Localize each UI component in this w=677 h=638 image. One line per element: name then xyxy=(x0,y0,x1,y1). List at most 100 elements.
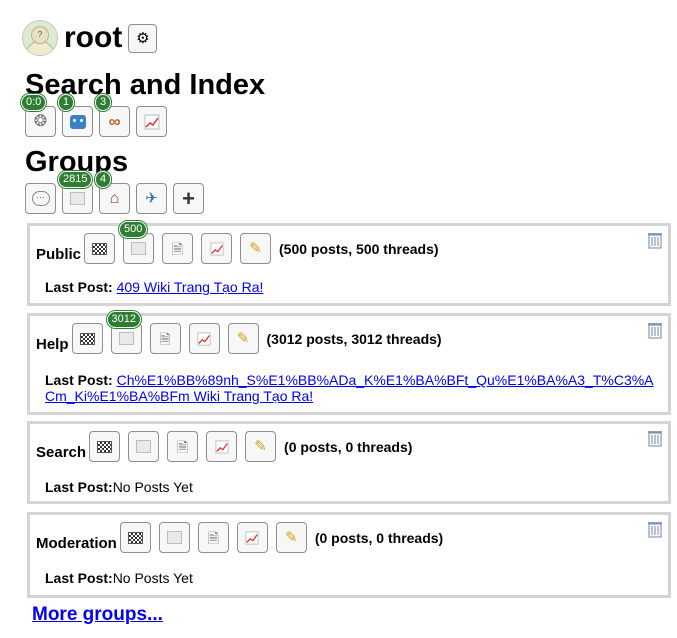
document-icon: 🗎 xyxy=(207,529,219,546)
pretzel-badge: 3 xyxy=(95,94,112,111)
user-avatar-icon[interactable]: ? xyxy=(22,20,58,56)
group-posts-badge: 500 xyxy=(119,221,148,238)
pencil-icon: ✎ xyxy=(249,240,262,257)
chart-icon xyxy=(245,530,259,545)
spider-web-icon: ❂ xyxy=(33,112,48,130)
pencil-icon: ✎ xyxy=(285,529,298,546)
scroll-icon xyxy=(136,440,152,453)
more-groups-link[interactable]: More groups... xyxy=(32,604,163,626)
trash-icon[interactable] xyxy=(646,519,664,539)
pencil-icon: ✎ xyxy=(254,438,267,455)
plus-icon: + xyxy=(182,185,195,211)
username: root xyxy=(64,21,123,54)
group-chart-button[interactable] xyxy=(206,431,238,462)
group-counts: (500 posts, 500 threads) xyxy=(279,240,439,257)
group-flag-button[interactable] xyxy=(71,323,103,354)
group-posts-button[interactable]: 3012 xyxy=(106,311,142,354)
checkered-flag-icon xyxy=(79,332,95,345)
group-last-post: Last Post:No Posts Yet xyxy=(45,479,193,495)
group-moderation: Moderation 🗎 ✎ (0 posts, 0 threads) Last… xyxy=(27,512,671,598)
gear-icon: ⚙ xyxy=(136,29,150,47)
group-counts: (3012 posts, 3012 threads) xyxy=(266,330,442,347)
group-help: Help 3012 🗎 ✎ (3012 posts, 3012 threads)… xyxy=(27,311,671,415)
chart-icon xyxy=(209,241,224,256)
trash-icon[interactable] xyxy=(646,230,664,250)
group-name: Public xyxy=(36,246,82,263)
posts-badge: 2815 xyxy=(58,171,93,188)
trash-icon[interactable] xyxy=(646,320,664,340)
last-post-label: Last Post: xyxy=(45,372,113,388)
group-posts-button[interactable] xyxy=(158,522,190,553)
group-edit-button[interactable]: ✎ xyxy=(275,522,307,553)
scroll-icon xyxy=(166,531,182,544)
checkered-flag-icon xyxy=(97,440,113,453)
group-chart-button[interactable] xyxy=(188,323,220,354)
scroll-icon xyxy=(131,242,147,255)
robot-badge: 1 xyxy=(58,94,75,111)
search-index-toolbar: 0:0 ❂ 1 3 ∞ xyxy=(21,94,173,137)
group-name: Search xyxy=(36,444,87,461)
document-icon: 🗎 xyxy=(171,240,184,257)
stats-chart-button[interactable] xyxy=(136,106,167,137)
settings-gear-button[interactable]: ⚙ xyxy=(128,23,158,53)
user-header: ? root ⚙ xyxy=(22,18,158,58)
group-last-post: Last Post:No Posts Yet xyxy=(45,570,193,586)
crawler-button[interactable]: 0:0 ❂ xyxy=(21,94,56,137)
robot-button[interactable]: 1 xyxy=(58,94,93,137)
group-edit-button[interactable]: ✎ xyxy=(240,233,272,264)
group-edit-button[interactable]: ✎ xyxy=(245,431,277,462)
groups-toolbar: ··· 2815 4 ⌂ ✈ + xyxy=(25,171,210,214)
group-document-button[interactable]: 🗎 xyxy=(167,431,199,462)
last-post-link[interactable]: 409 Wiki Trang Tạo Ra! xyxy=(117,279,264,295)
house-icon: ⌂ xyxy=(109,189,120,207)
chat-button[interactable]: ··· xyxy=(25,183,56,214)
group-document-button[interactable]: 🗎 xyxy=(149,323,181,354)
crawler-badge: 0:0 xyxy=(21,94,47,111)
group-edit-button[interactable]: ✎ xyxy=(227,323,259,354)
posts-button[interactable]: 2815 xyxy=(58,171,93,214)
chart-icon xyxy=(197,331,211,346)
group-header: Public 500 🗎 ✎ (500 posts, 500 threads) xyxy=(36,221,439,264)
group-name: Help xyxy=(36,336,69,353)
group-flag-button[interactable] xyxy=(89,431,121,462)
scroll-icon xyxy=(70,192,85,205)
pretzel-icon: ∞ xyxy=(108,112,121,131)
house-button[interactable]: 4 ⌂ xyxy=(95,171,130,214)
airplane-button[interactable]: ✈ xyxy=(136,183,167,214)
group-search: Search 🗎 ✎ (0 posts, 0 threads) Last Pos… xyxy=(27,421,671,504)
group-posts-button[interactable] xyxy=(128,431,160,462)
group-document-button[interactable]: 🗎 xyxy=(197,522,229,553)
group-last-post: Last Post: Ch%E1%BB%89nh_S%E1%BB%ADa_K%E… xyxy=(45,372,655,404)
group-public: Public 500 🗎 ✎ (500 posts, 500 threads) … xyxy=(27,221,671,306)
speech-bubble-icon: ··· xyxy=(31,191,50,206)
last-post-text: No Posts Yet xyxy=(112,479,193,495)
last-post-label: Last Post: xyxy=(45,279,113,295)
last-post-link[interactable]: Ch%E1%BB%89nh_S%E1%BB%ADa_K%E1%BA%BFt_Qu… xyxy=(45,372,654,404)
document-icon: 🗎 xyxy=(159,330,171,347)
robot-icon xyxy=(69,114,86,129)
checkered-flag-icon xyxy=(92,242,108,255)
group-flag-button[interactable] xyxy=(84,233,116,264)
document-icon: 🗎 xyxy=(176,438,189,455)
house-badge: 4 xyxy=(95,171,112,188)
group-name: Moderation xyxy=(36,535,117,552)
group-flag-button[interactable] xyxy=(119,522,151,553)
airplane-icon: ✈ xyxy=(145,190,158,207)
add-group-button[interactable]: + xyxy=(173,183,204,214)
group-counts: (0 posts, 0 threads) xyxy=(284,438,413,455)
group-chart-button[interactable] xyxy=(201,233,233,264)
group-header: Search 🗎 ✎ (0 posts, 0 threads) xyxy=(36,431,412,462)
group-header: Moderation 🗎 ✎ (0 posts, 0 threads) xyxy=(36,522,443,553)
group-posts-button[interactable]: 500 xyxy=(119,221,155,264)
chart-icon xyxy=(214,439,229,454)
group-header: Help 3012 🗎 ✎ (3012 posts, 3012 threads) xyxy=(36,311,442,354)
checkered-flag-icon xyxy=(127,531,143,544)
trash-icon[interactable] xyxy=(646,428,664,448)
group-chart-button[interactable] xyxy=(236,522,268,553)
pretzel-button[interactable]: 3 ∞ xyxy=(95,94,130,137)
group-posts-badge: 3012 xyxy=(106,311,141,328)
group-counts: (0 posts, 0 threads) xyxy=(314,529,444,546)
group-document-button[interactable]: 🗎 xyxy=(162,233,194,264)
pencil-icon: ✎ xyxy=(236,330,250,347)
last-post-label: Last Post: xyxy=(45,479,113,495)
